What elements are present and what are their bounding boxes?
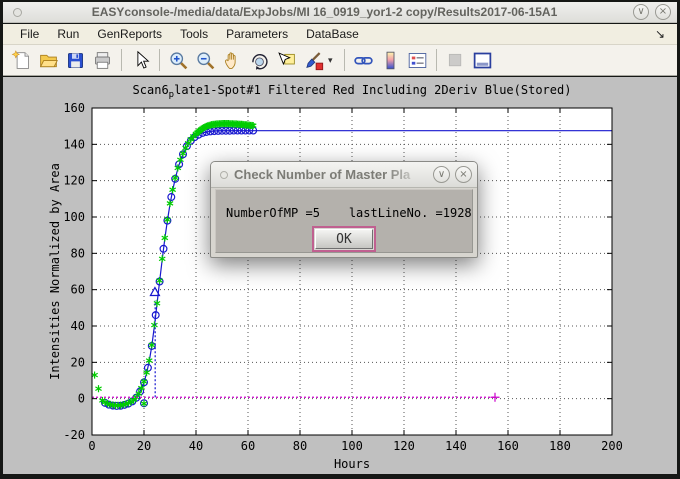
brush-data-button[interactable] [301, 48, 326, 73]
menu-database[interactable]: DataBase [297, 25, 368, 43]
edit-plot-icon [130, 50, 151, 71]
hide-plot-tools-icon [445, 50, 466, 71]
y-tick-label: 0 [78, 392, 85, 406]
toolbar-separator [121, 49, 122, 71]
new-figure-button[interactable] [9, 48, 34, 73]
open-file-icon [38, 50, 59, 71]
y-tick-label: 80 [71, 246, 85, 260]
menu-tools[interactable]: Tools [171, 25, 217, 43]
x-tick-label: 200 [601, 439, 623, 453]
hide-plot-tools-button[interactable] [443, 48, 468, 73]
y-tick-label: 20 [71, 355, 85, 369]
x-axis-label: Hours [334, 457, 370, 471]
dialog-title: Check Number of Master Pla [234, 167, 428, 182]
x-tick-label: 20 [137, 439, 151, 453]
save-figure-button[interactable] [63, 48, 88, 73]
rotate-3d-icon [249, 50, 270, 71]
new-figure-icon [11, 50, 32, 71]
y-tick-label: 60 [71, 283, 85, 297]
insert-colorbar-icon [380, 50, 401, 71]
data-cursor-icon [276, 50, 297, 71]
dialog-titlebar[interactable]: Check Number of Master Pla ∨ × [211, 162, 477, 188]
window-shade-button[interactable]: ∨ [633, 4, 649, 20]
print-figure-icon [92, 50, 113, 71]
x-tick-label: 0 [88, 439, 95, 453]
menubar: FileRunGenReportsToolsParametersDataBase… [3, 24, 677, 45]
close-icon: × [459, 169, 467, 180]
plot-background [92, 108, 612, 435]
show-plot-tools-button[interactable] [470, 48, 495, 73]
rotate-3d-button[interactable] [247, 48, 272, 73]
menu-file[interactable]: File [11, 25, 48, 43]
y-tick-label: 120 [63, 174, 85, 188]
x-tick-label: 160 [497, 439, 519, 453]
dialog-shade-button[interactable]: ∨ [433, 166, 450, 183]
figure-canvas: 020406080100120140160180200-200204060801… [3, 77, 677, 474]
plot-title: Scan6plate1-Spot#1 Filtered Red Includin… [133, 83, 572, 100]
window-titlebar[interactable]: EASYconsole-/media/data/ExpJobs/MI 16_09… [3, 2, 677, 23]
menu-run[interactable]: Run [48, 25, 88, 43]
window-menu-icon[interactable] [13, 8, 22, 17]
growth-curve-plot: 020406080100120140160180200-200204060801… [3, 77, 677, 474]
dialog-body: NumberOfMP =5 lastLineNo. =1928 OK [215, 189, 473, 253]
close-icon: × [659, 6, 667, 17]
x-tick-label: 40 [189, 439, 203, 453]
y-tick-label: 140 [63, 137, 85, 151]
x-tick-label: 140 [445, 439, 467, 453]
ok-button-label: OK [315, 229, 373, 249]
window-title: EASYconsole-/media/data/ExpJobs/MI 16_09… [22, 5, 627, 19]
print-figure-button[interactable] [90, 48, 115, 73]
dialog-message: NumberOfMP =5 lastLineNo. =1928 [226, 206, 472, 220]
zoom-in-icon [168, 50, 189, 71]
dialog-menu-icon[interactable] [220, 171, 228, 179]
edit-plot-button[interactable] [128, 48, 153, 73]
window-close-button[interactable]: × [655, 4, 671, 20]
toolbar: ▾ [3, 45, 677, 76]
y-tick-label: 160 [63, 101, 85, 115]
chevron-down-icon: ∨ [438, 169, 445, 180]
open-file-button[interactable] [36, 48, 61, 73]
show-plot-tools-icon [472, 50, 493, 71]
insert-legend-icon [407, 50, 428, 71]
zoom-in-button[interactable] [166, 48, 191, 73]
dialog-close-button[interactable]: × [455, 166, 472, 183]
menu-genreports[interactable]: GenReports [88, 25, 171, 43]
x-tick-label: 100 [341, 439, 363, 453]
pan-icon [222, 50, 243, 71]
link-plot-icon [353, 50, 374, 71]
insert-colorbar-button[interactable] [378, 48, 403, 73]
save-figure-icon [65, 50, 86, 71]
data-cursor-button[interactable] [274, 48, 299, 73]
toolbar-separator [436, 49, 437, 71]
menu-parameters[interactable]: Parameters [217, 25, 297, 43]
chevron-down-icon: ∨ [637, 6, 644, 17]
insert-legend-button[interactable] [405, 48, 430, 73]
easyconsole-window: EASYconsole-/media/data/ExpJobs/MI 16_09… [0, 0, 680, 479]
dock-figure-arrow-icon[interactable]: ↘ [651, 27, 669, 41]
y-axis-label: Intensities Normalized by Area [48, 163, 62, 380]
brush-dropdown-arrow-icon[interactable]: ▾ [328, 55, 338, 66]
brush-data-icon [303, 50, 324, 71]
toolbar-separator [344, 49, 345, 71]
y-tick-label: 40 [71, 319, 85, 333]
y-tick-label: 100 [63, 210, 85, 224]
x-tick-label: 180 [549, 439, 571, 453]
ok-button[interactable]: OK [312, 226, 376, 252]
x-tick-label: 60 [241, 439, 255, 453]
check-master-plates-dialog: Check Number of Master Pla ∨ × NumberOfM… [210, 161, 478, 258]
y-tick-label: -20 [63, 428, 85, 442]
zoom-out-button[interactable] [193, 48, 218, 73]
toolbar-separator [159, 49, 160, 71]
x-tick-label: 120 [393, 439, 415, 453]
link-plot-button[interactable] [351, 48, 376, 73]
x-tick-label: 80 [293, 439, 307, 453]
pan-button[interactable] [220, 48, 245, 73]
zoom-out-icon [195, 50, 216, 71]
